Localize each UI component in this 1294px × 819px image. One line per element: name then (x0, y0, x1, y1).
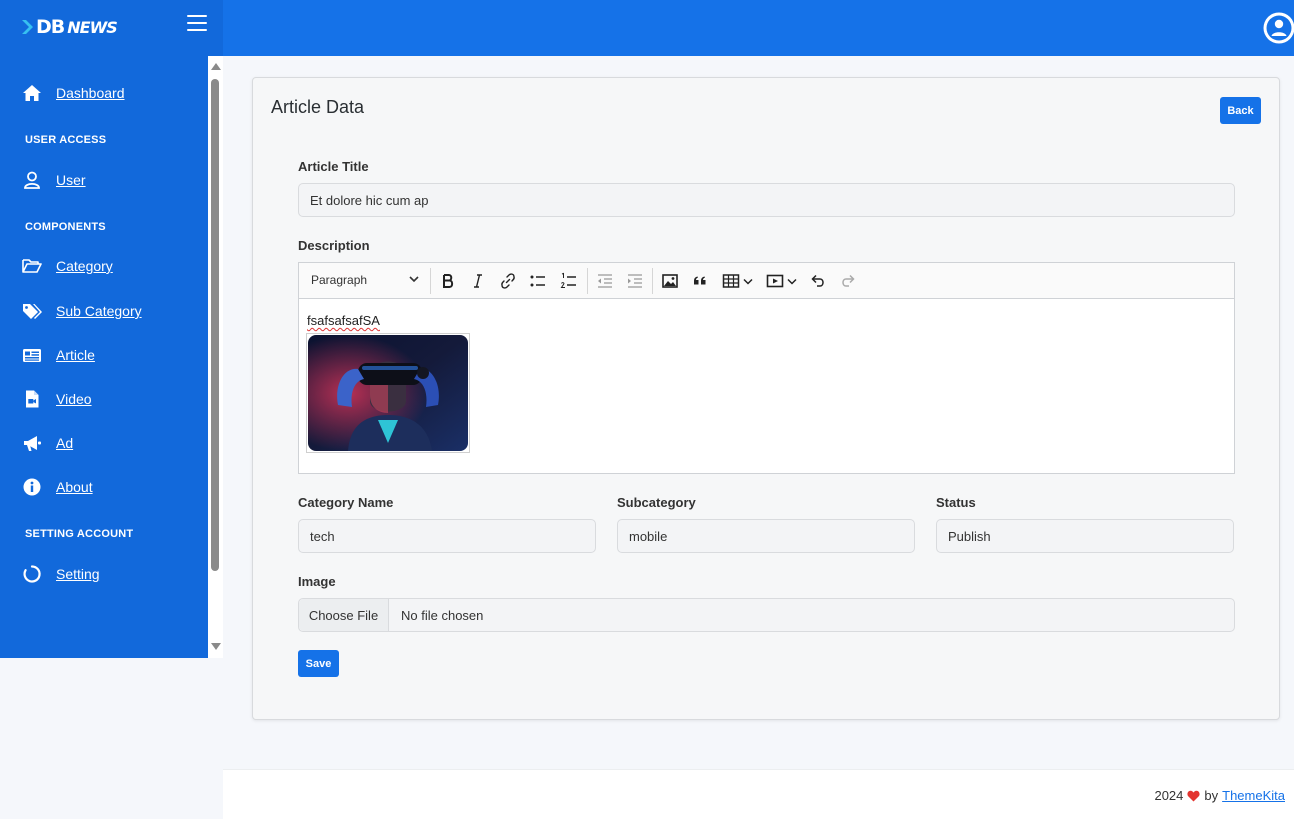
sidebar-item-label: Ad (56, 435, 74, 451)
description-editor[interactable]: Paragraph fsafsafsafSA (298, 262, 1235, 474)
section-user-access: USER ACCESS (25, 134, 107, 146)
table-icon[interactable] (722, 272, 740, 290)
sidebar-item-label: User (56, 172, 86, 188)
user-circle-icon[interactable] (1262, 11, 1294, 45)
article-data-card: Article Data Back Article Title Et dolor… (252, 77, 1280, 720)
bold-icon[interactable] (439, 272, 457, 290)
sidebar-item-category[interactable]: Category (22, 255, 113, 277)
toolbar-divider (652, 268, 653, 294)
media-embed-icon[interactable] (766, 272, 784, 290)
sidebar-item-article[interactable]: Article (22, 344, 95, 366)
file-status-text: No file chosen (401, 608, 484, 623)
subcategory-field[interactable]: mobile (617, 519, 915, 553)
numbered-list-icon[interactable] (560, 272, 578, 290)
logo-header: DB NEWS (0, 0, 223, 56)
themekita-link[interactable]: ThemeKita (1222, 788, 1285, 803)
info-circle-icon (23, 478, 41, 496)
editor-embedded-image[interactable] (306, 333, 470, 453)
file-video-icon (26, 390, 39, 408)
sidebar-item-dashboard[interactable]: Dashboard (22, 82, 125, 104)
status-field[interactable]: Publish (936, 519, 1234, 553)
vr-headset-person-image (308, 335, 468, 451)
sidebar: Dashboard USER ACCESS User COMPONENTS Ca… (0, 56, 208, 658)
subcategory-label: Subcategory (617, 495, 696, 510)
sidebar-item-setting[interactable]: Setting (22, 563, 100, 585)
sidebar-item-label: Dashboard (56, 85, 125, 101)
indent-icon[interactable] (626, 272, 644, 290)
sidebar-item-video[interactable]: Video (22, 388, 92, 410)
page-title: Article Data (271, 97, 365, 117)
sidebar-item-label: Setting (56, 566, 100, 582)
chevron-down-icon[interactable] (409, 275, 419, 283)
section-setting-account: SETTING ACCOUNT (25, 528, 134, 540)
back-button[interactable]: Back (1220, 97, 1261, 124)
category-name-label: Category Name (298, 495, 394, 510)
category-name-field[interactable]: tech (298, 519, 596, 553)
sidebar-item-label: Sub Category (56, 303, 142, 319)
section-components: COMPONENTS (25, 221, 106, 233)
folder-open-icon (22, 259, 42, 273)
save-button[interactable]: Save (298, 650, 339, 677)
toolbar-divider (587, 268, 588, 294)
sidebar-scrollbar[interactable] (208, 56, 223, 658)
sidebar-item-sub-category[interactable]: Sub Category (22, 300, 142, 322)
choose-file-button[interactable]: Choose File (299, 599, 389, 631)
logo-db-text: DB (36, 16, 65, 38)
footer-year: 2024 (1154, 788, 1184, 803)
tags-icon (23, 304, 42, 319)
paragraph-format-select[interactable]: Paragraph (311, 273, 367, 287)
description-label: Description (298, 238, 370, 253)
logo[interactable]: DB NEWS (22, 16, 118, 38)
toolbar-divider (430, 268, 431, 294)
image-icon[interactable] (661, 272, 679, 290)
media-dropdown-chevron-icon[interactable] (787, 272, 797, 290)
table-dropdown-chevron-icon[interactable] (743, 272, 753, 290)
footer: 2024 by ThemeKita (223, 769, 1294, 819)
outdent-icon[interactable] (596, 272, 614, 290)
sidebar-item-user[interactable]: User (22, 169, 86, 191)
logo-news-text: NEWS (67, 17, 117, 37)
blockquote-icon[interactable] (691, 272, 709, 290)
newspaper-icon (23, 349, 41, 362)
sidebar-item-label: Article (56, 347, 95, 363)
footer-by: by (1204, 788, 1219, 803)
image-label: Image (298, 574, 336, 589)
editor-content-text[interactable]: fsafsafsafSA (307, 313, 380, 328)
scrollbar-thumb[interactable] (211, 79, 219, 571)
logo-mark-icon (22, 20, 33, 34)
sidebar-item-label: Category (56, 258, 113, 274)
sidebar-item-about[interactable]: About (22, 476, 93, 498)
italic-icon[interactable] (469, 272, 487, 290)
heart-icon (1187, 790, 1200, 801)
megaphone-icon (24, 436, 41, 451)
sidebar-item-label: Video (56, 391, 92, 407)
article-title-field[interactable]: Et dolore hic cum ap (298, 183, 1235, 217)
hamburger-icon[interactable] (187, 15, 207, 33)
link-icon[interactable] (499, 272, 517, 290)
status-label: Status (936, 495, 976, 510)
sidebar-item-label: About (56, 479, 93, 495)
sidebar-item-ad[interactable]: Ad (22, 432, 73, 454)
home-icon (23, 85, 41, 101)
bulleted-list-icon[interactable] (529, 272, 547, 290)
scroll-down-arrow-icon[interactable] (211, 643, 221, 650)
user-icon (24, 171, 40, 189)
image-file-input[interactable]: Choose File No file chosen (298, 598, 1235, 632)
editor-toolbar: Paragraph (299, 263, 1234, 299)
redo-icon[interactable] (839, 272, 857, 290)
article-title-label: Article Title (298, 159, 369, 174)
spinner-icon (23, 565, 41, 583)
undo-icon[interactable] (809, 272, 827, 290)
footer-credits: 2024 by ThemeKita (1154, 788, 1285, 803)
scroll-up-arrow-icon[interactable] (211, 63, 221, 70)
